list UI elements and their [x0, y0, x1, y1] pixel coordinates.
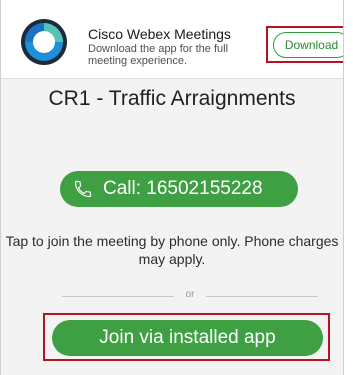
divider-left: [62, 296, 174, 297]
phone-icon: [74, 180, 92, 198]
banner-subtitle: Download the app for the full meeting ex…: [88, 43, 229, 67]
meeting-title: CR1 - Traffic Arraignments: [48, 87, 296, 110]
call-label: Call: 16502155228: [103, 178, 263, 199]
app-download-banner: Cisco Webex Meetings Download the app fo…: [1, 0, 343, 79]
webex-logo-icon: [21, 19, 67, 65]
phone-charges-note: Tap to join the meeting by phone only. P…: [5, 233, 339, 267]
call-button[interactable]: Call: 16502155228: [60, 171, 298, 207]
download-button[interactable]: Download: [273, 32, 343, 58]
or-separator: or: [185, 289, 195, 300]
webex-join-page: Cisco Webex Meetings Download the app fo…: [0, 0, 344, 375]
divider-right: [206, 296, 318, 297]
banner-text: Cisco Webex Meetings Download the app fo…: [88, 26, 258, 67]
join-via-app-button[interactable]: Join via installed app: [52, 320, 323, 356]
banner-title: Cisco Webex Meetings: [88, 26, 231, 42]
